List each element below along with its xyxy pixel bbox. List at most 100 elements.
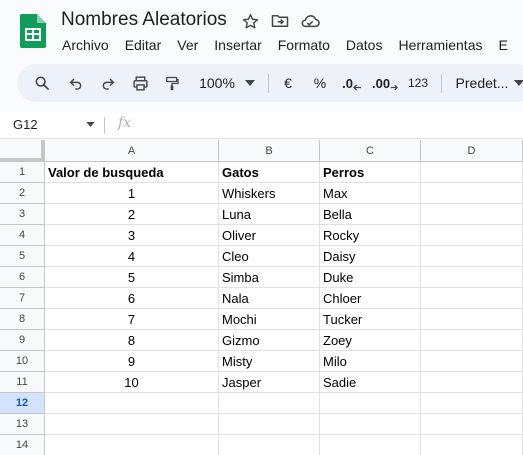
row-header-12[interactable]: 12 [0,393,45,414]
font-dropdown-icon[interactable] [513,64,523,102]
row-header-13[interactable]: 13 [0,414,45,435]
column-header-d[interactable]: D [421,140,523,162]
row-header-5[interactable]: 5 [0,246,45,267]
cell-d13[interactable] [421,414,523,435]
cell-a11[interactable]: 10 [45,372,219,393]
cell-d7[interactable] [421,288,523,309]
row-header-1[interactable]: 1 [0,162,45,183]
number-format-button[interactable]: 123 [406,64,430,102]
zoom-dropdown-icon[interactable] [243,64,257,102]
menu-herramientas[interactable]: Herramientas [398,37,482,53]
cell-b1[interactable]: Gatos [219,162,320,183]
name-box-dropdown-icon[interactable] [86,122,95,127]
zoom-select[interactable]: 100% [195,64,239,102]
cell-d2[interactable] [421,183,523,204]
menu-archivo[interactable]: Archivo [62,37,109,53]
cell-a9[interactable]: 8 [45,330,219,351]
menu-datos[interactable]: Datos [346,37,383,53]
cell-a12[interactable] [45,393,219,414]
cell-c1[interactable]: Perros [320,162,421,183]
cell-c14[interactable] [320,435,421,455]
cell-a5[interactable]: 4 [45,246,219,267]
paint-format-icon[interactable] [161,64,183,102]
cell-a1[interactable]: Valor de busqueda [45,162,219,183]
cell-d9[interactable] [421,330,523,351]
search-menus-icon[interactable] [31,64,53,102]
cell-b14[interactable] [219,435,320,455]
undo-icon[interactable] [65,64,87,102]
row-header-3[interactable]: 3 [0,204,45,225]
cell-b12[interactable] [219,393,320,414]
cell-c3[interactable]: Bella [320,204,421,225]
cell-d10[interactable] [421,351,523,372]
cell-a10[interactable]: 9 [45,351,219,372]
name-box[interactable]: G12 [13,117,38,132]
cell-b8[interactable]: Mochi [219,309,320,330]
cell-c12[interactable] [320,393,421,414]
cell-d11[interactable] [421,372,523,393]
cell-d3[interactable] [421,204,523,225]
cell-d8[interactable] [421,309,523,330]
column-header-c[interactable]: C [320,140,421,162]
cell-b5[interactable]: Cleo [219,246,320,267]
percent-format-button[interactable]: % [311,64,329,102]
row-header-8[interactable]: 8 [0,309,45,330]
column-header-a[interactable]: A [45,140,219,162]
cell-c13[interactable] [320,414,421,435]
cell-a4[interactable]: 3 [45,225,219,246]
cloud-saved-icon[interactable] [300,11,320,31]
cell-b13[interactable] [219,414,320,435]
cell-c8[interactable]: Tucker [320,309,421,330]
cell-a3[interactable]: 2 [45,204,219,225]
decrease-decimals-button[interactable]: .0 [340,64,364,102]
column-header-b[interactable]: B [219,140,320,162]
font-family-select[interactable]: Predet... [453,64,511,102]
cell-c11[interactable]: Sadie [320,372,421,393]
increase-decimals-button[interactable]: .00 [372,64,398,102]
menu-editar[interactable]: Editar [125,37,162,53]
menu-insertar[interactable]: Insertar [214,37,261,53]
cell-d6[interactable] [421,267,523,288]
row-header-2[interactable]: 2 [0,183,45,204]
menu-ver[interactable]: Ver [177,37,198,53]
document-title[interactable]: Nombres Aleatorios [61,9,227,31]
row-header-7[interactable]: 7 [0,288,45,309]
cell-c2[interactable]: Max [320,183,421,204]
star-icon[interactable] [240,11,260,31]
cell-c5[interactable]: Daisy [320,246,421,267]
menu-extensiones[interactable]: E [498,37,507,53]
cell-d5[interactable] [421,246,523,267]
cell-b4[interactable]: Oliver [219,225,320,246]
menu-formato[interactable]: Formato [278,37,330,53]
cell-a6[interactable]: 5 [45,267,219,288]
redo-icon[interactable] [97,64,119,102]
cell-d1[interactable] [421,162,523,183]
cell-a13[interactable] [45,414,219,435]
cell-a7[interactable]: 6 [45,288,219,309]
sheets-logo-icon[interactable] [20,14,46,48]
cell-c4[interactable]: Rocky [320,225,421,246]
cell-a14[interactable] [45,435,219,455]
row-header-14[interactable]: 14 [0,435,45,455]
row-header-4[interactable]: 4 [0,225,45,246]
cell-b9[interactable]: Gizmo [219,330,320,351]
cell-c7[interactable]: Chloer [320,288,421,309]
cell-d14[interactable] [421,435,523,455]
row-header-6[interactable]: 6 [0,267,45,288]
cell-d12[interactable] [421,393,523,414]
print-icon[interactable] [129,64,151,102]
move-to-folder-icon[interactable] [270,11,290,31]
currency-format-button[interactable]: € [279,64,297,102]
cell-b6[interactable]: Simba [219,267,320,288]
cell-c6[interactable]: Duke [320,267,421,288]
cell-b3[interactable]: Luna [219,204,320,225]
select-all-corner[interactable] [0,140,45,162]
cell-c10[interactable]: Milo [320,351,421,372]
row-header-11[interactable]: 11 [0,372,45,393]
cell-a2[interactable]: 1 [45,183,219,204]
cell-c9[interactable]: Zoey [320,330,421,351]
row-header-10[interactable]: 10 [0,351,45,372]
cell-b11[interactable]: Jasper [219,372,320,393]
cell-b7[interactable]: Nala [219,288,320,309]
cell-a8[interactable]: 7 [45,309,219,330]
